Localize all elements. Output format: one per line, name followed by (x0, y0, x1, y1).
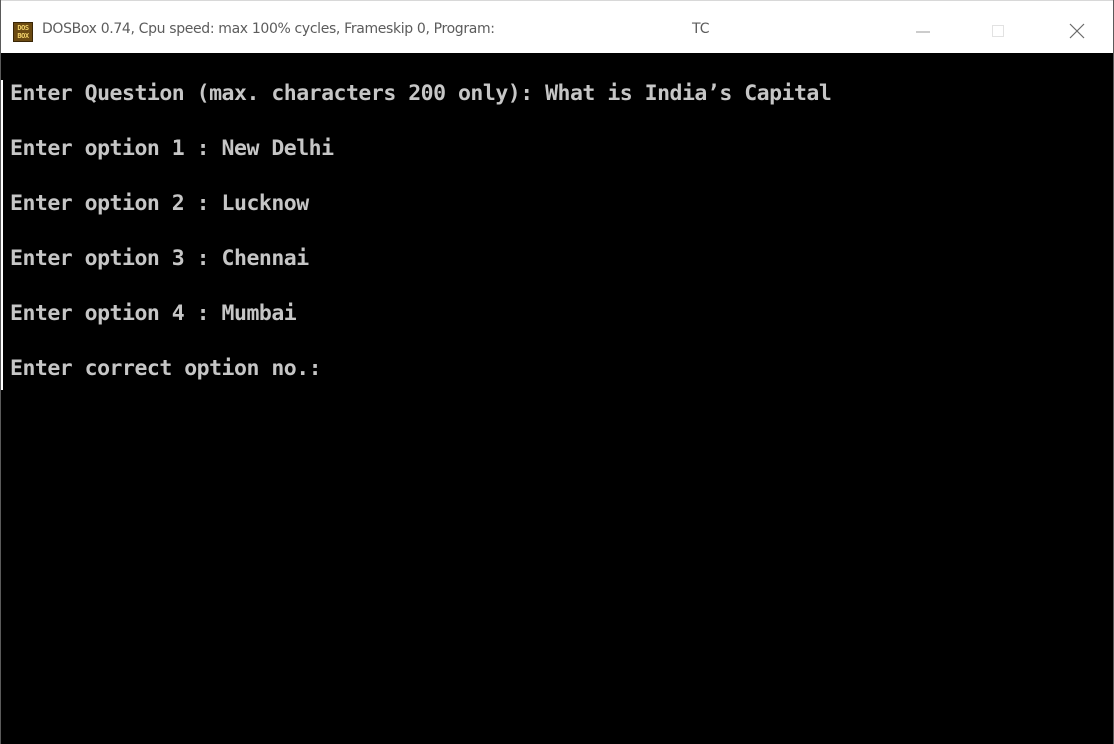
option-1-prompt-line: Enter option 1 : New Delhi (10, 136, 334, 161)
correct-option-prompt-line: Enter correct option no.: (10, 356, 322, 381)
title-bar[interactable]: DOS BOX DOSBox 0.74, Cpu speed: max 100%… (1, 0, 1113, 53)
maximize-button[interactable] (976, 11, 1020, 51)
console-screen[interactable]: Enter Question (max. characters 200 only… (1, 53, 1113, 744)
dosbox-window: DOS BOX DOSBox 0.74, Cpu speed: max 100%… (0, 0, 1114, 744)
close-button[interactable] (1055, 11, 1099, 51)
app-icon-text-bottom: BOX (17, 32, 29, 40)
minimize-button[interactable] (901, 11, 945, 51)
dosbox-app-icon[interactable]: DOS BOX (13, 22, 33, 42)
minimize-icon (916, 31, 930, 33)
maximize-icon (992, 25, 1004, 37)
console-left-edge (1, 80, 3, 390)
window-title-program: TC (692, 21, 710, 37)
app-icon-text-top: DOS (17, 24, 29, 32)
option-3-prompt-line: Enter option 3 : Chennai (10, 246, 309, 271)
close-icon (1069, 23, 1085, 39)
question-prompt-line: Enter Question (max. characters 200 only… (10, 81, 832, 106)
option-4-prompt-line: Enter option 4 : Mumbai (10, 301, 297, 326)
window-title: DOSBox 0.74, Cpu speed: max 100% cycles,… (42, 21, 495, 37)
option-2-prompt-line: Enter option 2 : Lucknow (10, 191, 309, 216)
